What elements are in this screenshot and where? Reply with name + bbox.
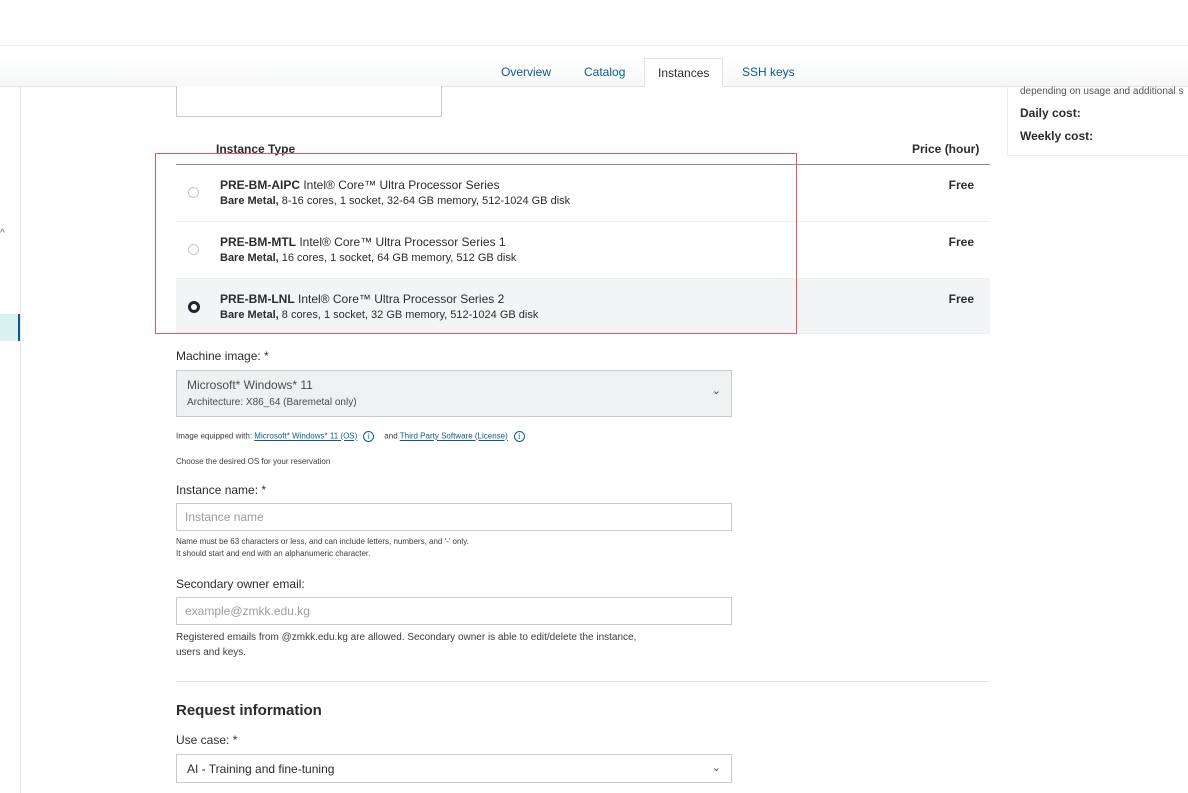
request-information-title: Request information: [176, 702, 322, 719]
instance-name-label: Instance name: *: [176, 483, 267, 497]
instance-code: PRE-BM-LNL: [220, 292, 295, 306]
instance-code: PRE-BM-AIPC: [220, 178, 300, 192]
chevron-down-icon: ⌄: [711, 762, 721, 774]
instance-title: PRE-BM-LNL Intel® Core™ Ultra Processor …: [220, 292, 504, 306]
tab-overview[interactable]: Overview: [501, 58, 551, 87]
section-divider: [176, 681, 990, 682]
instance-kind: Bare Metal,: [220, 309, 279, 321]
daily-cost-label: Daily cost:: [1020, 106, 1081, 120]
machine-image-select[interactable]: Microsoft* Windows* 11 Architecture: X86…: [176, 370, 732, 417]
use-case-label: Use case: *: [176, 733, 238, 747]
chevron-up-icon[interactable]: ^: [0, 228, 5, 239]
instance-name-hint-line2: It should start and end with an alphanum…: [176, 549, 371, 558]
use-case-select[interactable]: AI - Training and fine-tuning ⌄: [176, 754, 732, 783]
os-link[interactable]: Microsoft* Windows* 11 (OS): [254, 432, 357, 441]
chevron-down-icon: ⌄: [711, 385, 721, 397]
tab-instances[interactable]: Instances: [644, 58, 724, 87]
instance-radio[interactable]: [188, 244, 199, 255]
instance-specs: Bare Metal, 8 cores, 1 socket, 32 GB mem…: [220, 309, 538, 321]
instance-radio[interactable]: [188, 187, 199, 198]
info-icon[interactable]: i: [363, 431, 375, 442]
instance-price: Free: [948, 292, 974, 306]
tab-catalog[interactable]: Catalog: [584, 58, 625, 87]
instance-row-pre-bm-aipc[interactable]: PRE-BM-AIPC Intel® Core™ Ultra Processor…: [176, 165, 990, 222]
image-equipped-prefix: Image equipped with:: [176, 431, 253, 441]
info-icon[interactable]: i: [513, 431, 525, 442]
instance-kind: Bare Metal,: [220, 195, 279, 207]
instance-processor: Intel® Core™ Ultra Processor Series 2: [298, 292, 505, 306]
secondary-owner-hint: Registered emails from @zmkk.edu.kg are …: [176, 630, 636, 660]
instance-price: Free: [948, 178, 974, 192]
instance-specs: Bare Metal, 8-16 cores, 1 socket, 32-64 …: [220, 195, 570, 207]
instance-title: PRE-BM-AIPC Intel® Core™ Ultra Processor…: [220, 178, 500, 192]
weekly-cost-label: Weekly cost:: [1020, 129, 1094, 143]
instance-specs: Bare Metal, 16 cores, 1 socket, 64 GB me…: [220, 252, 516, 264]
instance-price: Free: [948, 235, 974, 249]
secondary-owner-hint-line2: users and keys.: [176, 647, 247, 658]
instance-code: PRE-BM-MTL: [220, 235, 296, 249]
machine-image-help: Choose the desired OS for your reservati…: [176, 457, 331, 466]
previous-option-card[interactable]: [176, 86, 442, 117]
secondary-owner-email-input[interactable]: [176, 597, 732, 625]
machine-image-architecture: Architecture: X86_64 (Baremetal only): [187, 397, 357, 408]
instance-name-hint-line1: Name must be 63 characters or less, and …: [176, 537, 469, 546]
instance-spec-text: 8 cores, 1 socket, 32 GB memory, 512-102…: [281, 309, 539, 321]
instance-spec-text: 8-16 cores, 1 socket, 32-64 GB memory, 5…: [281, 195, 571, 207]
instance-processor: Intel® Core™ Ultra Processor Series: [303, 178, 500, 192]
top-header: [0, 0, 1188, 46]
instance-name-input[interactable]: [176, 503, 732, 531]
secondary-owner-hint-line1: Registered emails from @zmkk.edu.kg are …: [176, 632, 637, 643]
left-sidebar: ^: [0, 87, 21, 793]
tab-ssh-keys[interactable]: SSH keys: [742, 58, 795, 87]
machine-image-value: Microsoft* Windows* 11: [187, 378, 313, 392]
third-party-license-link[interactable]: Third Party Software (License): [400, 432, 508, 441]
and-text: and: [384, 431, 398, 441]
instance-row-pre-bm-mtl[interactable]: PRE-BM-MTL Intel® Core™ Ultra Processor …: [176, 222, 990, 279]
secondary-owner-label: Secondary owner email:: [176, 577, 305, 591]
machine-image-label: Machine image: *: [176, 349, 269, 363]
image-equipped-line: Image equipped with: Microsoft* Windows*…: [176, 431, 535, 442]
sidebar-item-selected[interactable]: [0, 314, 20, 341]
cost-note: depending on usage and additional s: [1020, 86, 1184, 97]
tab-bar: Overview Catalog Instances SSH keys: [0, 58, 1188, 87]
column-header-price: Price (hour): [912, 142, 980, 156]
instance-spec-text: 16 cores, 1 socket, 64 GB memory, 512 GB…: [281, 252, 517, 264]
instance-processor: Intel® Core™ Ultra Processor Series 1: [299, 235, 506, 249]
instance-title: PRE-BM-MTL Intel® Core™ Ultra Processor …: [220, 235, 506, 249]
cost-panel: depending on usage and additional s Dail…: [1007, 86, 1188, 156]
instance-row-pre-bm-lnl[interactable]: PRE-BM-LNL Intel® Core™ Ultra Processor …: [176, 279, 990, 334]
instance-radio-selected[interactable]: [188, 301, 200, 313]
instance-kind: Bare Metal,: [220, 252, 279, 264]
use-case-value: AI - Training and fine-tuning: [187, 762, 335, 776]
column-header-instance-type: Instance Type: [216, 142, 296, 156]
instance-name-hint: Name must be 63 characters or less, and …: [176, 536, 469, 560]
